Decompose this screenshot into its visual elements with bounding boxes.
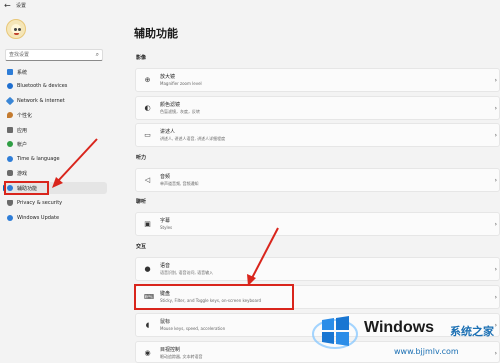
gaming-icon: [7, 170, 13, 176]
section-label-hearing: 听力: [136, 155, 147, 161]
chevron-right-icon: ›: [494, 177, 497, 184]
card-title: 颜色滤镜: [160, 102, 181, 108]
system-icon: [7, 69, 13, 75]
sidebar-item-time-language[interactable]: Time & language: [3, 153, 107, 165]
network-icon: [5, 96, 15, 106]
section-label-captions-section: 聊听: [136, 199, 147, 205]
avatar[interactable]: [6, 19, 26, 39]
card-title: 鼠标: [160, 319, 171, 325]
card-title: 字幕: [160, 218, 171, 224]
card-desc: Styles: [160, 225, 173, 230]
sidebar-item-apps[interactable]: 应用: [3, 124, 107, 136]
sidebar-item-label: Bluetooth & devices: [17, 83, 68, 89]
watermark-brand: Windows: [364, 319, 435, 336]
card-desc: 色盲滤镜，灰度，反转: [160, 109, 200, 114]
watermark: Windows 系统之家 www.bjjmlv.com: [312, 307, 500, 363]
windows-logo-icon: [312, 316, 358, 349]
time-language-icon: [7, 156, 13, 162]
search-input[interactable]: 查找设置 ⌕: [5, 49, 103, 61]
captions-icon: ▣: [144, 220, 151, 228]
personalization-icon: [7, 112, 13, 118]
audio-card[interactable]: ◁ 音频 单声道音频, 音频通知 ›: [135, 168, 500, 192]
update-icon: [7, 215, 13, 221]
card-title: 放大镜: [160, 74, 176, 80]
bluetooth-icon: [7, 83, 13, 89]
accounts-icon: [7, 141, 13, 147]
chevron-right-icon: ›: [494, 266, 497, 273]
magnifier-icon: ⊕: [144, 76, 151, 84]
watermark-cn: 系统之家: [450, 325, 494, 338]
card-title: 目视控制: [160, 347, 181, 353]
title-bar: ← 设置: [0, 0, 500, 12]
chevron-right-icon: ›: [494, 105, 497, 112]
apps-icon: [7, 127, 13, 133]
section-label-interaction: 交互: [136, 244, 147, 250]
chevron-right-icon: ›: [494, 294, 497, 301]
card-desc: 语音识别, 语音访问, 语音输入: [160, 270, 214, 275]
search-icon[interactable]: ⌕: [96, 51, 99, 59]
sidebar-item-label: Network & internet: [17, 98, 65, 104]
narrator-icon: ▭: [144, 131, 151, 139]
card-title: 音频: [160, 174, 171, 180]
color-filters-card[interactable]: ◐ 颜色滤镜 色盲滤镜，灰度，反转 ›: [135, 96, 500, 120]
card-desc: 单声道音频, 音频通知: [160, 181, 199, 186]
chevron-right-icon: ›: [494, 132, 497, 139]
annotation-box-sidebar: [4, 181, 49, 195]
sidebar-item-network[interactable]: Network & internet: [3, 95, 107, 107]
sidebar-item-system[interactable]: 系统: [3, 66, 107, 78]
search-placeholder: 查找设置: [9, 52, 30, 58]
microphone-icon: ●: [144, 265, 151, 273]
sidebar-item-accounts[interactable]: 帐户: [3, 138, 107, 150]
captions-card[interactable]: ▣ 字幕 Styles ›: [135, 212, 500, 236]
back-arrow-icon[interactable]: ←: [4, 1, 11, 10]
avatar-mouth: [14, 33, 19, 35]
color-filters-icon: ◐: [144, 104, 151, 112]
sidebar-item-privacy[interactable]: Privacy & security: [3, 197, 107, 209]
narrator-card[interactable]: ▭ 讲述人 讲述人, 讲述人语音, 讲述人详细程度 ›: [135, 123, 500, 147]
card-desc: 眼动追踪器, 文本转语音: [160, 354, 203, 359]
card-desc: 讲述人, 讲述人语音, 讲述人详细程度: [160, 136, 226, 141]
card-desc: Magnifier zoom level: [160, 81, 202, 86]
avatar-eye: [14, 28, 17, 31]
card-title: 讲述人: [160, 129, 176, 135]
privacy-icon: [7, 200, 13, 206]
speech-card[interactable]: ● 语音 语音识别, 语音访问, 语音输入 ›: [135, 257, 500, 281]
avatar-eye: [18, 28, 21, 31]
watermark-url: www.bjjmlv.com: [394, 347, 459, 356]
card-title: 语音: [160, 263, 171, 269]
sidebar-item-label: 帐户: [17, 142, 28, 148]
sidebar-item-label: 个性化: [17, 113, 33, 119]
sidebar-item-label: Privacy & security: [17, 200, 63, 206]
sidebar-item-label: Time & language: [17, 156, 60, 162]
section-label-vision: 影像: [136, 55, 147, 61]
sidebar-item-windows-update[interactable]: Windows Update: [3, 212, 107, 224]
audio-icon: ◁: [144, 176, 151, 184]
sidebar-item-label: Windows Update: [17, 215, 60, 221]
sidebar-item-bluetooth[interactable]: Bluetooth & devices: [3, 80, 107, 92]
page-title: 辅助功能: [134, 27, 178, 40]
sidebar-item-label: 应用: [17, 128, 28, 134]
sidebar-item-gaming[interactable]: 游戏: [3, 167, 107, 179]
annotation-box-keyboard: [134, 284, 294, 310]
chevron-right-icon: ›: [494, 77, 497, 84]
sidebar-item-label: 系统: [17, 70, 28, 76]
card-desc: Mouse keys, speed, acceleration: [160, 326, 226, 331]
mouse-icon: ◖: [145, 321, 150, 329]
magnifier-card[interactable]: ⊕ 放大镜 Magnifier zoom level ›: [135, 68, 500, 92]
eye-control-icon: ◉: [144, 349, 151, 357]
app-title: 设置: [16, 3, 27, 9]
sidebar-item-personalization[interactable]: 个性化: [3, 109, 107, 121]
sidebar-item-label: 游戏: [17, 171, 28, 177]
chevron-right-icon: ›: [494, 221, 497, 228]
